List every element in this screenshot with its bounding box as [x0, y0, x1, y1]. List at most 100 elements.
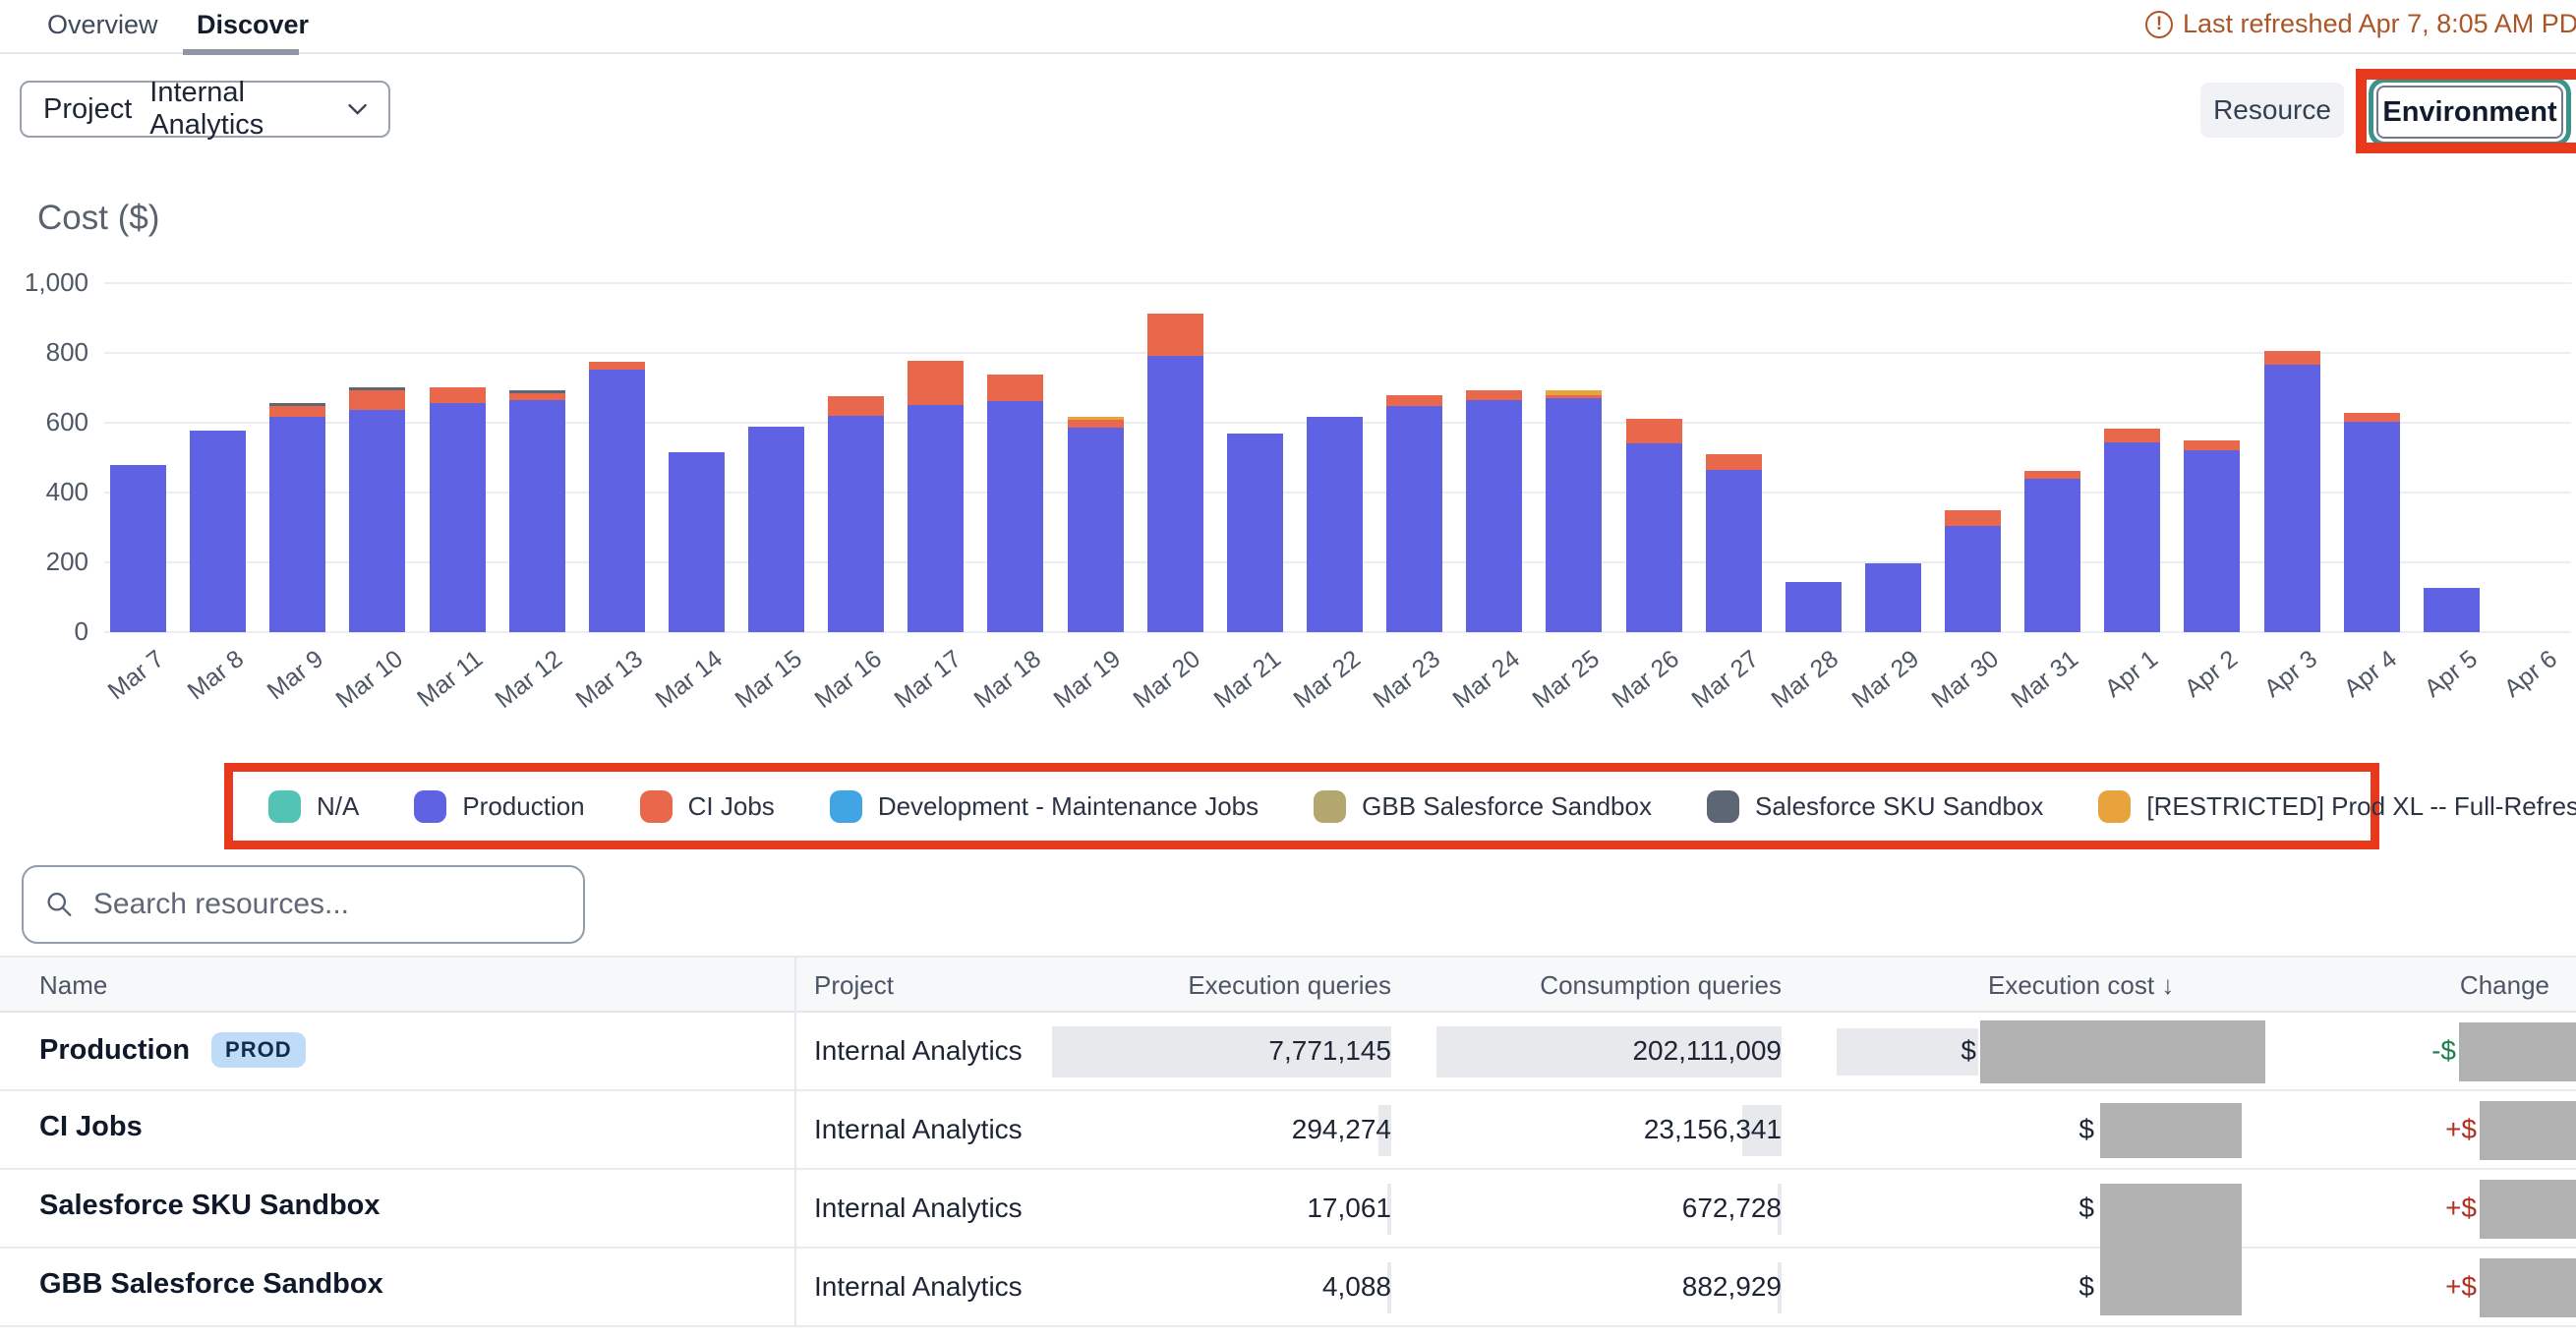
bar-mar-8[interactable]	[178, 431, 258, 632]
bar-segment-production[interactable]	[2184, 450, 2240, 632]
bar-apr-3[interactable]	[2252, 351, 2331, 632]
legend-item-ci-jobs[interactable]: CI Jobs	[640, 790, 775, 823]
bar-mar-23[interactable]	[1375, 395, 1454, 632]
bar-mar-17[interactable]	[896, 361, 975, 632]
bar-segment-ci-jobs[interactable]	[1945, 510, 2001, 526]
bar-apr-1[interactable]	[2092, 429, 2172, 632]
bar-mar-10[interactable]	[337, 387, 417, 632]
legend-item-development-maintenance-jobs[interactable]: Development - Maintenance Jobs	[830, 790, 1259, 823]
bar-mar-29[interactable]	[1853, 563, 1933, 632]
bar-mar-31[interactable]	[2013, 471, 2092, 632]
bar-segment-production[interactable]	[669, 452, 725, 632]
bar-mar-13[interactable]	[577, 362, 657, 632]
search-input[interactable]	[91, 887, 561, 922]
bar-segment-production[interactable]	[1227, 434, 1283, 632]
bar-segment-production[interactable]	[1466, 400, 1522, 632]
bar-mar-27[interactable]	[1694, 454, 1774, 632]
bar-segment-ci-jobs[interactable]	[2104, 429, 2160, 442]
bar-segment-production[interactable]	[828, 416, 884, 632]
bar-segment-production[interactable]	[2344, 422, 2400, 632]
bar-segment-production[interactable]	[190, 431, 246, 632]
bar-segment-ci-jobs[interactable]	[1068, 420, 1124, 428]
table-row-ci-jobs[interactable]: CI JobsInternal Analytics294,27423,156,3…	[0, 1091, 2576, 1170]
bar-segment-ci-jobs[interactable]	[269, 406, 325, 417]
legend-item-production[interactable]: Production	[414, 790, 584, 823]
col-header-execution-queries[interactable]: Execution queries	[1188, 970, 1391, 1001]
project-filter-dropdown[interactable]: Project Internal Analytics	[20, 81, 390, 138]
bar-segment-production[interactable]	[1786, 582, 1842, 632]
bar-apr-5[interactable]	[2412, 588, 2491, 632]
bar-mar-25[interactable]	[1534, 390, 1613, 632]
bar-segment-production[interactable]	[1945, 526, 2001, 632]
bar-segment-ci-jobs[interactable]	[828, 396, 884, 416]
legend-item-salesforce-sku-sandbox[interactable]: Salesforce SKU Sandbox	[1707, 790, 2043, 823]
bar-segment-production[interactable]	[2024, 479, 2080, 632]
table-row-production[interactable]: ProductionPRODInternal Analytics7,771,14…	[0, 1013, 2576, 1091]
bar-segment-ci-jobs[interactable]	[1147, 314, 1203, 356]
bar-mar-9[interactable]	[258, 403, 337, 632]
bar-mar-12[interactable]	[498, 390, 577, 632]
bar-segment-production[interactable]	[1546, 398, 1602, 632]
tab-discover[interactable]: Discover	[197, 10, 309, 40]
legend-item-n-a[interactable]: N/A	[268, 790, 359, 823]
bar-segment-ci-jobs[interactable]	[2184, 440, 2240, 450]
bar-mar-19[interactable]	[1056, 417, 1136, 632]
bar-segment-production[interactable]	[1068, 428, 1124, 632]
bar-segment-ci-jobs[interactable]	[1706, 454, 1762, 470]
bar-segment-production[interactable]	[987, 401, 1043, 632]
bar-mar-24[interactable]	[1454, 390, 1534, 632]
bar-segment-ci-jobs[interactable]	[1466, 390, 1522, 400]
legend-item--restricted-prod-xl-full-refresh-jobs[interactable]: [RESTRICTED] Prod XL -- Full-Refresh job…	[2098, 790, 2576, 823]
bar-mar-30[interactable]	[1933, 510, 2013, 632]
bar-segment-production[interactable]	[589, 370, 645, 632]
tab-overview[interactable]: Overview	[47, 10, 158, 40]
toggle-resource-button[interactable]: Resource	[2200, 83, 2344, 138]
col-header-change[interactable]: Change	[2460, 970, 2549, 1001]
bar-mar-15[interactable]	[736, 427, 816, 632]
bar-mar-14[interactable]	[657, 452, 736, 632]
bar-segment-ci-jobs[interactable]	[1626, 419, 1682, 443]
bar-mar-16[interactable]	[816, 396, 896, 632]
bar-segment-ci-jobs[interactable]	[430, 387, 486, 403]
bar-segment-production[interactable]	[430, 403, 486, 632]
bar-mar-18[interactable]	[975, 375, 1055, 632]
bar-segment-production[interactable]	[748, 427, 804, 632]
col-header-project[interactable]: Project	[814, 970, 894, 1001]
bar-segment-ci-jobs[interactable]	[2344, 413, 2400, 422]
bar-segment-ci-jobs[interactable]	[2264, 351, 2320, 365]
bar-segment-ci-jobs[interactable]	[907, 361, 964, 405]
col-header-consumption-queries[interactable]: Consumption queries	[1540, 970, 1782, 1001]
bar-mar-20[interactable]	[1136, 314, 1215, 632]
bar-segment-ci-jobs[interactable]	[1386, 395, 1442, 406]
bar-segment-production[interactable]	[509, 400, 565, 632]
bar-segment-ci-jobs[interactable]	[349, 390, 405, 410]
bar-apr-2[interactable]	[2172, 440, 2252, 632]
bar-mar-11[interactable]	[418, 387, 498, 632]
bar-segment-production[interactable]	[2264, 365, 2320, 632]
bar-segment-production[interactable]	[349, 410, 405, 632]
bar-mar-22[interactable]	[1295, 417, 1375, 632]
bar-mar-21[interactable]	[1215, 434, 1295, 632]
bar-segment-ci-jobs[interactable]	[987, 375, 1043, 401]
legend-item-gbb-salesforce-sandbox[interactable]: GBB Salesforce Sandbox	[1314, 790, 1652, 823]
table-row-salesforce-sku-sandbox[interactable]: Salesforce SKU SandboxInternal Analytics…	[0, 1170, 2576, 1249]
bar-segment-ci-jobs[interactable]	[589, 362, 645, 370]
bar-mar-26[interactable]	[1613, 419, 1693, 632]
bar-segment-production[interactable]	[1386, 406, 1442, 632]
bar-segment-production[interactable]	[269, 417, 325, 632]
bar-segment-production[interactable]	[907, 405, 964, 632]
bar-mar-28[interactable]	[1774, 582, 1853, 632]
col-header-name[interactable]: Name	[39, 970, 107, 1001]
bar-segment-production[interactable]	[110, 465, 166, 632]
bar-segment-production[interactable]	[1865, 563, 1921, 632]
bar-segment-ci-jobs[interactable]	[2024, 471, 2080, 479]
bar-segment-production[interactable]	[1626, 443, 1682, 632]
bar-segment-production[interactable]	[2104, 442, 2160, 632]
bar-segment-production[interactable]	[1307, 417, 1363, 632]
bar-mar-7[interactable]	[98, 465, 178, 632]
col-header-execution-cost[interactable]: Execution cost ↓	[1988, 970, 2174, 1001]
bar-segment-ci-jobs[interactable]	[509, 393, 565, 400]
bar-segment-production[interactable]	[1147, 356, 1203, 632]
bar-segment-production[interactable]	[1706, 470, 1762, 632]
bar-segment-production[interactable]	[2424, 588, 2480, 632]
